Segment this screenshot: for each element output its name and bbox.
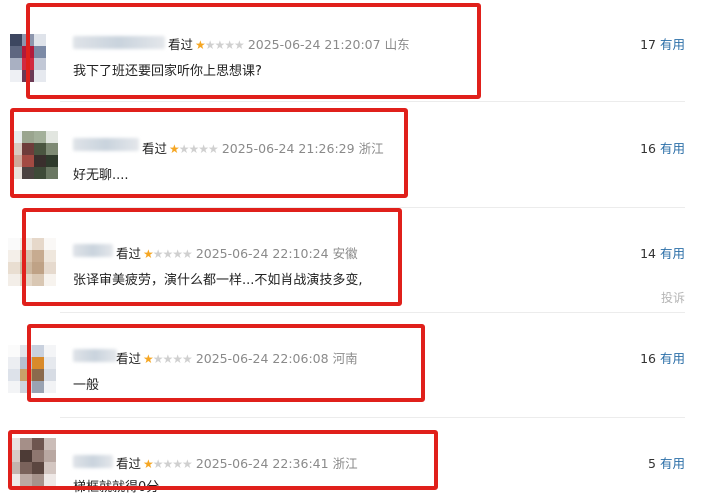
report-link[interactable]: 投诉 (661, 289, 685, 306)
highlight-box (10, 108, 408, 198)
highlight-box (27, 324, 425, 402)
highlight-box (26, 3, 481, 99)
vote-count: 16 有用 (640, 351, 685, 366)
useful-button[interactable]: 有用 (660, 456, 685, 471)
vote-count: 14 有用 (640, 246, 685, 261)
useful-button[interactable]: 有用 (660, 246, 685, 261)
vote-count: 5 有用 (648, 456, 685, 471)
useful-button[interactable]: 有用 (660, 37, 685, 52)
highlight-box (22, 208, 402, 306)
useful-button[interactable]: 有用 (660, 351, 685, 366)
vote-count: 16 有用 (640, 141, 685, 156)
vote-count: 17 有用 (640, 37, 685, 52)
useful-button[interactable]: 有用 (660, 141, 685, 156)
highlight-box (8, 430, 438, 490)
